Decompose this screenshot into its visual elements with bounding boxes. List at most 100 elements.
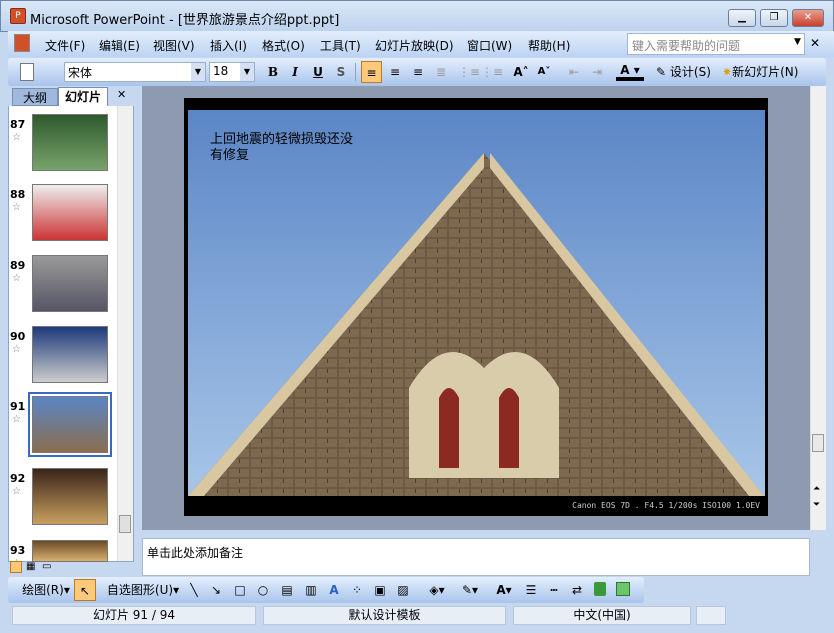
menu-edit[interactable]: 编辑(E)	[99, 37, 140, 54]
menu-insert[interactable]: 插入(I)	[210, 37, 247, 54]
slide-thumbnail[interactable]	[32, 184, 108, 241]
slideshow-button[interactable]: ▭	[42, 561, 51, 572]
menu-slideshow[interactable]: 幻灯片放映(D)	[375, 37, 454, 54]
slide-text-line: 有修复	[210, 148, 250, 163]
slide-number: 93	[10, 544, 26, 557]
animation-star-icon: ☆	[12, 202, 21, 213]
panel-scroll-thumb[interactable]	[119, 515, 131, 533]
align-center-button[interactable]: ≡	[385, 61, 405, 83]
tab-outline[interactable]: 大纲	[12, 88, 58, 106]
dash-style-icon[interactable]: ┅	[545, 579, 563, 601]
menu-format[interactable]: 格式(O)	[262, 37, 305, 54]
distribute-button[interactable]: ≣	[431, 61, 451, 83]
font-size-select[interactable]: 18 ▼	[209, 62, 255, 82]
clipart-icon[interactable]: ▣	[371, 579, 389, 601]
line-style-icon[interactable]: ☰	[522, 579, 540, 601]
underline-button[interactable]: U	[309, 61, 327, 83]
restore-button[interactable]: ❐	[760, 9, 788, 27]
next-slide-icon[interactable]: ⏷	[813, 500, 820, 510]
help-dropdown-icon[interactable]: ▼	[794, 37, 801, 47]
close-button[interactable]: ✕	[792, 9, 824, 27]
menu-file[interactable]: 文件(F)	[45, 37, 85, 54]
status-language: 中文(中国)	[513, 606, 691, 625]
slide-thumbnail[interactable]	[32, 468, 108, 525]
status-slide-count: 幻灯片 91 / 94	[12, 606, 256, 625]
line-color-button[interactable]: ✎▾	[456, 579, 484, 601]
italic-button[interactable]: I	[286, 61, 304, 83]
menu-view[interactable]: 视图(V)	[153, 37, 195, 54]
slide-canvas[interactable]: 上回地震的轻微损毁还没 有修复 Canon EOS 7D . F4.5 1/200…	[184, 98, 768, 516]
diagram-icon[interactable]: ⁘	[348, 579, 366, 601]
increase-font-icon[interactable]: A˄	[511, 61, 531, 83]
align-left-button[interactable]: ≡	[361, 61, 382, 83]
slide-thumbnail[interactable]	[32, 326, 108, 383]
slide-thumbnail[interactable]	[28, 392, 112, 457]
document-icon[interactable]	[14, 34, 30, 52]
design-icon: ✎	[656, 65, 667, 79]
decrease-indent-icon[interactable]: ⇤	[564, 61, 584, 83]
vertical-textbox-icon[interactable]: ▥	[302, 579, 320, 601]
normal-view-button[interactable]	[10, 561, 22, 573]
design-button[interactable]: ✎ 设计(S)	[656, 61, 716, 83]
photo-caption: Canon EOS 7D . F4.5 1/200s ISO100 1.0EV	[572, 501, 760, 510]
font-color-button[interactable]: A ▾	[616, 61, 644, 81]
decrease-font-icon[interactable]: A˅	[534, 61, 554, 83]
panel-scrollbar[interactable]	[117, 106, 133, 561]
animation-star-icon: ☆	[12, 486, 21, 497]
fill-color-button[interactable]: ◈▾	[423, 579, 451, 601]
line-icon[interactable]: ╲	[186, 579, 202, 601]
new-document-icon[interactable]	[20, 63, 34, 81]
bold-button[interactable]: B	[264, 61, 282, 83]
slide-number: 92	[10, 472, 26, 485]
bullets-button[interactable]: ⋮≡	[481, 61, 503, 83]
notes-input[interactable]: 单击此处添加备注	[142, 538, 810, 576]
arrow-icon[interactable]: ↘	[208, 579, 224, 601]
font-value: 宋体	[68, 66, 93, 80]
editor-scrollbar[interactable]	[810, 86, 826, 530]
picture-icon[interactable]: ▨	[394, 579, 412, 601]
shadow-button[interactable]: S	[332, 61, 350, 83]
chevron-down-icon: ▼	[240, 63, 254, 81]
select-pointer-icon[interactable]: ↖	[74, 579, 96, 601]
draw-menu-button[interactable]: 绘图(R)▾	[20, 579, 72, 601]
oval-icon[interactable]: ○	[254, 579, 272, 601]
shadow-style-icon[interactable]	[594, 582, 606, 596]
arrow-style-icon[interactable]: ⇄	[568, 579, 586, 601]
rectangle-icon[interactable]: □	[231, 579, 249, 601]
slide-thumbnail[interactable]	[32, 255, 108, 312]
numbering-button[interactable]: ⋮≡	[458, 61, 480, 83]
slide-text-box[interactable]: 上回地震的轻微损毁还没 有修复	[210, 132, 353, 164]
autoshapes-button[interactable]: 自选图形(U)▾	[104, 579, 182, 601]
font-color-draw-button[interactable]: A▾	[490, 579, 518, 601]
slide-number: 89	[10, 259, 26, 272]
minimize-button[interactable]: ▁	[728, 9, 756, 27]
menu-help[interactable]: 帮助(H)	[528, 37, 570, 54]
slide-number: 90	[10, 330, 26, 343]
font-select[interactable]: 宋体 ▼	[64, 62, 206, 82]
help-search-input[interactable]: 键入需要帮助的问题	[627, 33, 805, 55]
slide-number: 88	[10, 188, 26, 201]
close-panel-icon[interactable]: ✕	[117, 88, 126, 101]
editor-scroll-thumb[interactable]	[812, 434, 824, 452]
wordart-icon[interactable]: A	[325, 579, 343, 601]
status-template: 默认设计模板	[263, 606, 506, 625]
design-label: 设计(S)	[669, 65, 711, 79]
slide-thumbnail[interactable]	[32, 540, 108, 562]
new-slide-label: 新幻灯片(N)	[732, 65, 799, 79]
tab-slides[interactable]: 幻灯片	[58, 87, 108, 106]
menu-window[interactable]: 窗口(W)	[467, 37, 512, 54]
textbox-icon[interactable]: ▤	[278, 579, 296, 601]
increase-indent-icon[interactable]: ⇥	[587, 61, 607, 83]
slide-thumbnail[interactable]	[32, 114, 108, 171]
animation-star-icon: ☆	[12, 132, 21, 143]
new-slide-button[interactable]: ✷新幻灯片(N)	[722, 61, 810, 83]
menu-tools[interactable]: 工具(T)	[320, 37, 361, 54]
align-right-button[interactable]: ≡	[408, 61, 428, 83]
previous-slide-icon[interactable]: ⏶	[813, 484, 820, 494]
close-document-icon[interactable]: ✕	[810, 36, 820, 50]
3d-style-icon[interactable]	[616, 582, 630, 596]
new-slide-icon: ✷	[722, 65, 733, 79]
animation-star-icon: ☆	[12, 344, 21, 355]
status-empty	[696, 606, 726, 625]
slide-sorter-button[interactable]: ▦	[26, 561, 35, 572]
